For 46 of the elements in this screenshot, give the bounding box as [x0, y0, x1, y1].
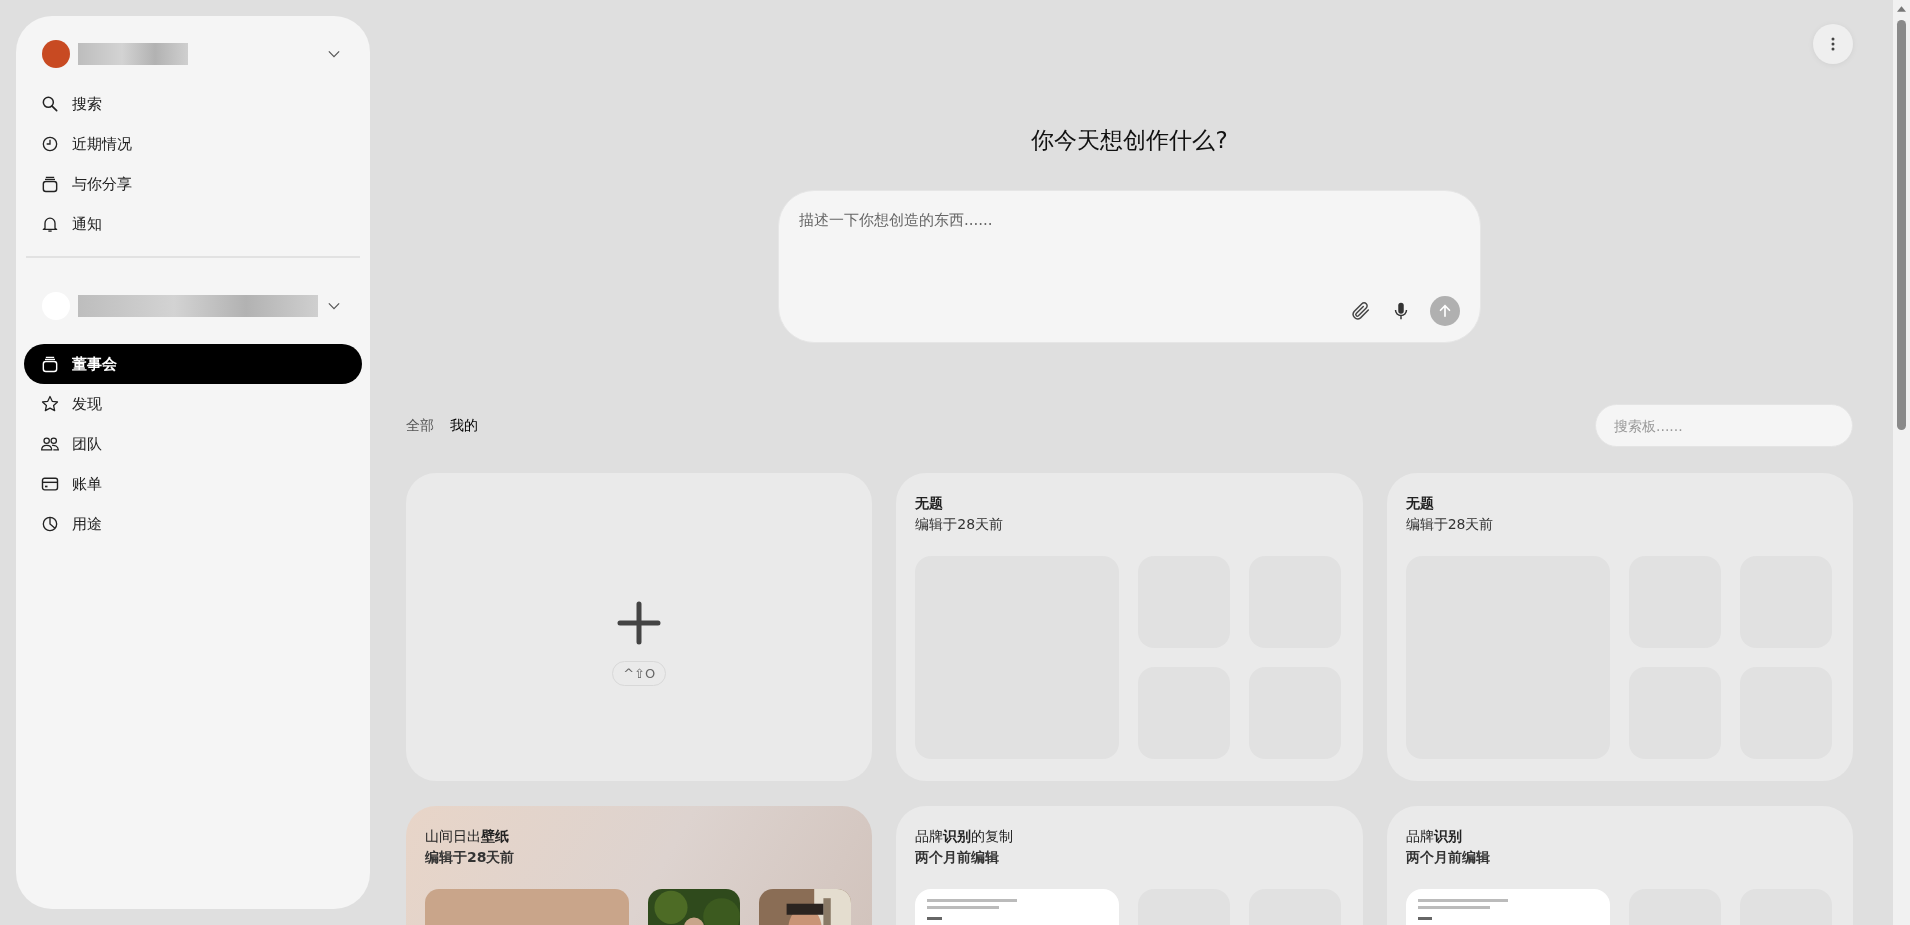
- chevron-down-icon[interactable]: [328, 302, 340, 310]
- filter-tab[interactable]: 我的: [450, 416, 478, 435]
- prompt-box[interactable]: 描述一下你想创造的东西......: [778, 190, 1481, 343]
- nav-item[interactable]: 团队: [24, 424, 362, 464]
- board-title: 品牌识别的复制: [915, 827, 1015, 846]
- stack-icon: [40, 354, 60, 374]
- paperclip-icon[interactable]: [1350, 300, 1372, 322]
- board-title: 品牌识别: [1405, 827, 1463, 846]
- nav-item[interactable]: 用途: [24, 504, 362, 544]
- search-boards-field[interactable]: 搜索板......: [1595, 404, 1853, 447]
- board-title: 山间日出壁纸: [425, 827, 510, 846]
- board-edited-time: 两个月前编辑: [1405, 848, 1491, 867]
- page-heading: 你今天想创作什么?: [1031, 126, 1228, 155]
- board-edited-time: 编辑于28天前: [1405, 515, 1495, 534]
- nav-item[interactable]: 董事会: [24, 344, 362, 384]
- chevron-down-icon[interactable]: [328, 50, 340, 58]
- board-edited-time: 编辑于28天前: [915, 515, 1005, 534]
- board-card[interactable]: 品牌识别 两个月前编辑: [1386, 806, 1853, 925]
- nav-item[interactable]: 通知: [24, 204, 362, 244]
- board-title: 无题: [1405, 494, 1435, 513]
- board-card[interactable]: 无题 编辑于28天前: [1386, 473, 1853, 781]
- filter-tab[interactable]: 全部: [406, 416, 434, 435]
- board-edited-time: 编辑于28天前: [425, 848, 516, 867]
- prompt-field[interactable]: 描述一下你想创造的东西......: [799, 211, 1460, 296]
- nav-item[interactable]: 与你分享: [24, 164, 362, 204]
- avatar[interactable]: [42, 40, 70, 68]
- more-vertical-icon: [1831, 37, 1835, 51]
- board-edited-time: 两个月前编辑: [915, 848, 1001, 867]
- board-title: 无题: [915, 494, 945, 513]
- scrollbar-thumb[interactable]: [1897, 20, 1906, 430]
- pie-chart-icon: [40, 514, 60, 534]
- nav-item[interactable]: 发现: [24, 384, 362, 424]
- board-card[interactable]: 山间日出壁纸 编辑于28天前: [406, 806, 873, 925]
- nav-item[interactable]: 搜索: [24, 84, 362, 124]
- nav-item[interactable]: 账单: [24, 464, 362, 504]
- scroll-up-arrow-icon[interactable]: [1897, 6, 1906, 12]
- stack-icon: [40, 174, 60, 194]
- clock-icon: [40, 134, 60, 154]
- search-icon: [40, 94, 60, 114]
- credit-card-icon: [40, 474, 60, 494]
- board-card[interactable]: 品牌识别的复制 两个月前编辑: [896, 806, 1363, 925]
- board-card[interactable]: 无题 编辑于28天前: [896, 473, 1363, 781]
- nav-item[interactable]: 近期情况: [24, 124, 362, 164]
- scrollbar[interactable]: [1893, 0, 1910, 925]
- new-board-card[interactable]: ^⇧O: [406, 473, 873, 781]
- star-icon: [40, 394, 60, 414]
